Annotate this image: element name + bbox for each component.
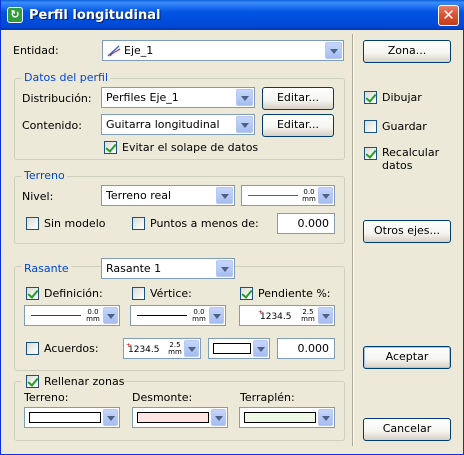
chevron-down-icon[interactable] xyxy=(103,409,118,426)
puntos-label: Puntos a menos de: xyxy=(150,217,259,230)
nivel-combo[interactable]: Terreno real xyxy=(101,185,235,206)
terreno-line-sample xyxy=(248,195,298,196)
recalcular-label-line1: Recalcular xyxy=(382,146,440,159)
chevron-down-icon[interactable] xyxy=(216,260,233,277)
app-icon: ↻ xyxy=(7,7,23,23)
vertice-line-sample xyxy=(137,315,187,316)
definicion-checkbox[interactable] xyxy=(26,287,39,300)
rellenar-label: Rellenar zonas xyxy=(44,375,125,388)
acuerdos-checkbox[interactable] xyxy=(26,342,39,355)
vertice-checkbox[interactable] xyxy=(132,287,145,300)
chevron-down-icon[interactable] xyxy=(318,409,333,426)
contenido-value: Guitarra longitudinal xyxy=(106,118,220,131)
contenido-label: Contenido: xyxy=(22,119,82,132)
aceptar-button[interactable]: Aceptar xyxy=(363,346,451,369)
guardar-label: Guardar xyxy=(382,120,427,133)
relleno-terreno-label: Terreno: xyxy=(24,391,69,404)
relleno-terraplen-label: Terraplén: xyxy=(240,391,295,404)
title-bar[interactable]: ↻ Perfil longitudinal ✕ xyxy=(1,0,464,30)
acuerdos-unit: mm xyxy=(168,348,182,356)
terreno-title: Terreno xyxy=(22,169,67,182)
chevron-down-icon[interactable] xyxy=(253,340,268,357)
pendiente-unit: mm xyxy=(301,315,315,323)
rasante-value: Rasante 1 xyxy=(106,262,162,275)
acuerdos-color-swatch xyxy=(213,343,251,354)
acuerdos-line-style[interactable] xyxy=(208,338,270,359)
editar-contenido-button[interactable]: Editar... xyxy=(262,114,334,137)
nivel-label: Nivel: xyxy=(22,190,54,203)
pendiente-checkbox[interactable] xyxy=(240,287,253,300)
entidad-label: Entidad: xyxy=(13,44,59,57)
puntos-checkbox[interactable] xyxy=(132,217,145,230)
relleno-terraplen-style[interactable] xyxy=(239,407,335,428)
vertical-separator xyxy=(352,34,354,446)
editar-distribucion-button[interactable]: Editar... xyxy=(262,87,334,110)
definicion-line-unit: mm xyxy=(86,315,100,323)
recalcular-checkbox[interactable] xyxy=(364,147,377,160)
entidad-combo[interactable]: Eje_1 xyxy=(102,40,344,61)
distribucion-value: Perfiles Eje_1 xyxy=(106,91,179,104)
contenido-combo[interactable]: Guitarra longitudinal xyxy=(101,114,255,135)
chevron-down-icon[interactable] xyxy=(216,187,233,204)
definicion-line-style[interactable]: 0.0 mm xyxy=(24,305,120,326)
chevron-down-icon[interactable] xyxy=(318,307,333,324)
dialog-window: ↻ Perfil longitudinal ✕ Entidad: Eje_1 D… xyxy=(0,0,464,455)
acuerdos-sample: 1234.5 xyxy=(128,345,160,355)
close-button[interactable]: ✕ xyxy=(438,5,459,26)
acuerdos-input[interactable]: 0.000 xyxy=(277,338,335,359)
relleno-terraplen-swatch xyxy=(244,412,316,423)
definicion-label: Definición: xyxy=(44,287,103,300)
pendiente-sample: 1234.5 xyxy=(260,312,292,322)
nivel-value: Terreno real xyxy=(106,189,172,202)
distribucion-combo[interactable]: Perfiles Eje_1 xyxy=(101,87,255,108)
vertice-label: Vértice: xyxy=(150,287,192,300)
dibujar-label: Dibujar xyxy=(382,91,422,104)
dibujar-checkbox[interactable] xyxy=(364,91,377,104)
chevron-down-icon[interactable] xyxy=(184,340,199,357)
relleno-desmonte-swatch xyxy=(137,412,209,423)
chevron-down-icon[interactable] xyxy=(236,116,253,133)
distribucion-label: Distribución: xyxy=(22,92,92,105)
chevron-down-icon[interactable] xyxy=(318,187,333,204)
chevron-down-icon[interactable] xyxy=(236,89,253,106)
evitar-solape-label: Evitar el solape de datos xyxy=(122,141,259,154)
sin-modelo-checkbox[interactable] xyxy=(26,217,39,230)
acuerdos-text-style[interactable]: + 1234.5 2.5 mm xyxy=(123,338,201,359)
datos-perfil-title: Datos del perfil xyxy=(22,71,111,84)
guardar-checkbox[interactable] xyxy=(364,120,377,133)
cancelar-button[interactable]: Cancelar xyxy=(363,418,451,441)
recalcular-label-line2: datos xyxy=(382,159,413,172)
chevron-down-icon[interactable] xyxy=(209,307,224,324)
rasante-combo[interactable]: Rasante 1 xyxy=(101,258,235,279)
pendiente-text-style[interactable]: + 1234.5 2.5 mm xyxy=(239,305,335,326)
zona-button[interactable]: Zona... xyxy=(363,40,451,63)
definicion-line-sample xyxy=(31,315,81,316)
terreno-line-style[interactable]: 0.0 mm xyxy=(241,185,335,206)
sin-modelo-label: Sin modelo xyxy=(44,217,106,230)
window-title: Perfil longitudinal xyxy=(29,8,161,23)
puntos-input[interactable]: 0.000 xyxy=(277,213,335,234)
acuerdos-label: Acuerdos: xyxy=(44,342,99,355)
axis-entity-icon xyxy=(107,45,121,57)
relleno-terreno-swatch xyxy=(29,412,101,423)
terreno-line-unit: mm xyxy=(302,195,316,203)
pendiente-label: Pendiente %: xyxy=(258,287,331,300)
rellenar-checkbox[interactable] xyxy=(26,375,39,388)
vertice-line-unit: mm xyxy=(192,315,206,323)
otros-ejes-button[interactable]: Otros ejes... xyxy=(363,220,451,243)
evitar-solape-checkbox[interactable] xyxy=(104,141,117,154)
chevron-down-icon[interactable] xyxy=(103,307,118,324)
entidad-value: Eje_1 xyxy=(124,44,154,57)
relleno-desmonte-style[interactable] xyxy=(132,407,228,428)
relleno-terreno-style[interactable] xyxy=(24,407,120,428)
relleno-desmonte-label: Desmonte: xyxy=(132,391,193,404)
vertice-line-style[interactable]: 0.0 mm xyxy=(130,305,226,326)
chevron-down-icon[interactable] xyxy=(325,42,342,59)
chevron-down-icon[interactable] xyxy=(211,409,226,426)
rasante-title: Rasante xyxy=(22,262,71,275)
